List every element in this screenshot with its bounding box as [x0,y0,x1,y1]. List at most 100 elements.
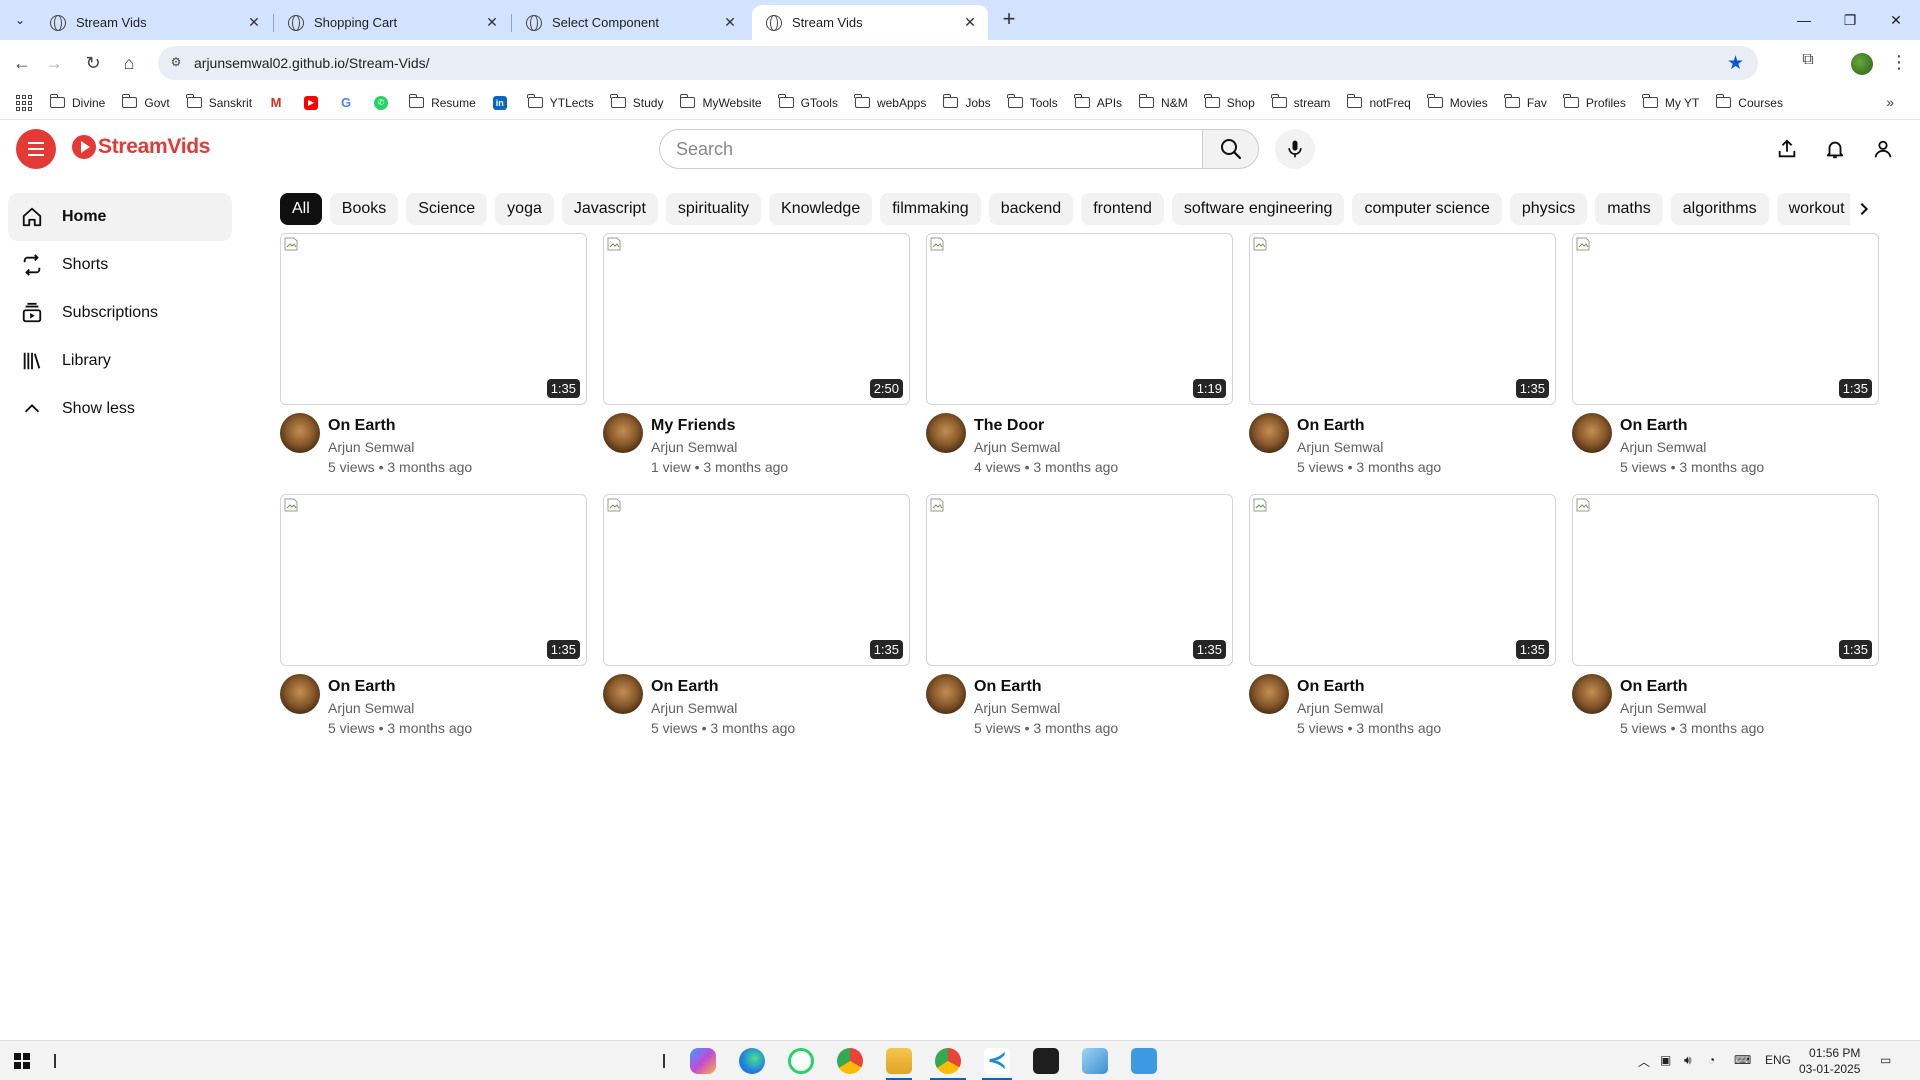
sidebar-item-subscriptions[interactable]: Subscriptions [8,289,232,337]
chip-knowledge[interactable]: Knowledge [769,193,873,225]
video-title[interactable]: On Earth [974,677,1118,697]
browser-tab[interactable]: Shopping Cart ✕ [274,5,510,40]
video-card[interactable]: 1:35 On Earth Arjun Semwal 5 views • 3 m… [280,494,587,736]
remote-desktop-icon[interactable] [1131,1048,1157,1074]
notifications-center-icon[interactable]: ▭ [1880,1053,1891,1067]
clock[interactable]: 01:56 PM 03-01-2025 [1799,1045,1860,1077]
bookmark-shop[interactable]: Shop [1204,94,1255,110]
task-view-icon[interactable] [54,1054,56,1068]
bookmark-stream[interactable]: stream [1271,94,1330,110]
video-title[interactable]: My Friends [651,416,788,436]
chip-computer-science[interactable]: computer science [1352,193,1502,225]
chip-all[interactable]: All [280,193,322,225]
chrome-active-icon[interactable] [935,1048,961,1074]
address-bar[interactable]: ⚙ arjunsemwal02.github.io/Stream-Vids/ ★ [158,46,1758,80]
chip-frontend[interactable]: frontend [1081,193,1164,225]
video-card[interactable]: 1:35 On Earth Arjun Semwal 5 views • 3 m… [1249,233,1556,475]
video-title[interactable]: On Earth [1620,416,1764,436]
channel-avatar[interactable] [1572,674,1612,714]
channel-name[interactable]: Arjun Semwal [651,437,788,457]
video-card[interactable]: 1:35 On Earth Arjun Semwal 5 views • 3 m… [603,494,910,736]
streamvids-logo[interactable]: StreamVids [72,135,210,159]
chip-books[interactable]: Books [329,193,399,225]
channel-name[interactable]: Arjun Semwal [974,698,1118,718]
reload-button[interactable]: ↻ [79,49,107,77]
video-card[interactable]: 1:35 On Earth Arjun Semwal 5 views • 3 m… [1572,233,1879,475]
chrome-icon[interactable] [837,1048,863,1074]
bookmark-fav[interactable]: Fav [1504,94,1547,110]
language-indicator[interactable]: ENG [1765,1053,1791,1067]
bookmark-webapps[interactable]: webApps [854,94,926,110]
browser-tab[interactable]: Select Component ✕ [512,5,748,40]
url-text[interactable]: arjunsemwal02.github.io/Stream-Vids/ [194,55,430,71]
bookmark-n-and-m[interactable]: N&M [1138,94,1188,110]
video-title[interactable]: On Earth [328,416,472,436]
tray-overflow-icon[interactable]: ︿ [1638,1053,1650,1070]
bookmark-gmail[interactable]: M [269,95,287,110]
bookmark-courses[interactable]: Courses [1715,94,1783,110]
channel-name[interactable]: Arjun Semwal [1297,437,1441,457]
video-title[interactable]: The Door [974,416,1118,436]
channel-avatar[interactable] [926,413,966,453]
bookmark-jobs[interactable]: Jobs [942,94,991,110]
new-tab-button[interactable]: + [995,6,1023,34]
chip-maths[interactable]: maths [1595,193,1663,225]
video-thumbnail[interactable]: 1:35 [603,494,910,666]
channel-avatar[interactable] [280,674,320,714]
bookmark-whatsapp[interactable]: ✆ [374,95,392,110]
channel-avatar[interactable] [603,413,643,453]
channel-avatar[interactable] [926,674,966,714]
video-thumbnail[interactable]: 1:35 [1249,233,1556,405]
tab-search-button[interactable]: ⌄ [8,8,32,32]
video-thumbnail[interactable]: 1:35 [1572,233,1879,405]
channel-avatar[interactable] [1249,674,1289,714]
chip-backend[interactable]: backend [988,193,1074,225]
channel-name[interactable]: Arjun Semwal [328,437,472,457]
video-title[interactable]: On Earth [1297,677,1441,697]
voice-search-button[interactable] [1275,129,1315,169]
profile-avatar[interactable] [1851,53,1873,75]
bookmark-google[interactable]: G [339,95,357,110]
bookmark-movies[interactable]: Movies [1427,94,1488,110]
channel-name[interactable]: Arjun Semwal [1620,437,1764,457]
keyboard-icon[interactable]: ⌨ [1734,1053,1751,1067]
chip-javascript[interactable]: Javascript [561,193,658,225]
whatsapp-icon[interactable] [788,1048,814,1074]
video-title[interactable]: On Earth [651,677,795,697]
tab-close-icon[interactable]: ✕ [722,14,738,31]
close-window-button[interactable]: ✕ [1873,0,1919,40]
windows-start-icon[interactable] [14,1053,30,1069]
bookmark-ytlects[interactable]: YTLects [527,94,594,110]
video-title[interactable]: On Earth [328,677,472,697]
channel-avatar[interactable] [280,413,320,453]
bookmark-tools[interactable]: Tools [1007,94,1058,110]
vscode-icon[interactable]: ≺ [984,1048,1010,1074]
channel-name[interactable]: Arjun Semwal [651,698,795,718]
bookmark-sanskrit[interactable]: Sanskrit [186,94,252,110]
copilot-icon[interactable] [690,1048,716,1074]
edge-icon[interactable] [739,1048,765,1074]
search-button[interactable] [1202,129,1259,169]
channel-name[interactable]: Arjun Semwal [974,437,1118,457]
sidebar-item-show-less[interactable]: Show less [8,385,232,433]
chip-spirituality[interactable]: spirituality [665,193,762,225]
browser-tab-active[interactable]: Stream Vids ✕ [752,5,988,40]
browser-menu-icon[interactable]: ⋮ [1890,52,1908,73]
tab-close-icon[interactable]: ✕ [484,14,500,31]
bookmark-apis[interactable]: APIs [1074,94,1122,110]
tab-close-icon[interactable]: ✕ [246,14,262,31]
bookmark-profiles[interactable]: Profiles [1563,94,1626,110]
video-thumbnail[interactable]: 2:50 [603,233,910,405]
bookmark-study[interactable]: Study [610,94,663,110]
minimize-button[interactable]: — [1781,0,1827,40]
search-input[interactable] [659,129,1202,169]
bookmark-govt[interactable]: Govt [121,94,170,110]
video-card[interactable]: 1:35 On Earth Arjun Semwal 5 views • 3 m… [926,494,1233,736]
bookmark-divine[interactable]: Divine [49,94,105,110]
chip-science[interactable]: Science [406,193,488,225]
sidebar-item-shorts[interactable]: Shorts [8,241,232,289]
video-card[interactable]: 1:35 On Earth Arjun Semwal 5 views • 3 m… [1249,494,1556,736]
bookmark-my-yt[interactable]: My YT [1642,94,1699,110]
account-button[interactable] [1867,133,1899,165]
bookmark-star-icon[interactable]: ★ [1727,52,1744,75]
